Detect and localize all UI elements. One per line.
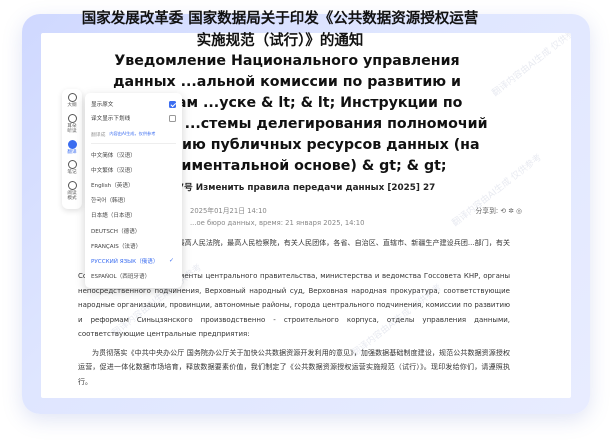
language-label: 中文繁体（汉语） [91, 167, 136, 174]
side-toolbar: 大纲 耳朵 听读 翻译 笔记 阅读 模式 [62, 89, 82, 209]
toolbar-listen[interactable]: 耳朵 听读 [63, 113, 81, 135]
divider [91, 143, 176, 144]
toolbar-label: 翻译 [67, 149, 77, 155]
language-label: FRANÇAIS（法语） [91, 243, 142, 250]
show-original-option[interactable]: 显示原文 [91, 97, 176, 111]
language-label: РУССКИЙ ЯЗЫК（俄语） [91, 258, 159, 265]
language-option[interactable]: English（英语） [91, 177, 176, 192]
underline-option[interactable]: 译文显示下划线 [91, 111, 176, 125]
language-option[interactable]: 日本語（日本语） [91, 208, 176, 223]
language-option[interactable]: 한국어（韩语） [91, 193, 176, 208]
publish-time: 2025年01月21日 14:10 [190, 207, 267, 215]
share-label: 分享到: [475, 207, 499, 215]
toolbar-notes[interactable]: 笔记 [63, 160, 81, 176]
check-icon: ✓ [168, 257, 174, 265]
language-option[interactable]: ESPAÑOL（西班牙语） [91, 269, 176, 284]
share-area: 分享到: ⟲ ✲ ◎ [475, 205, 522, 215]
show-original-label: 显示原文 [91, 102, 114, 108]
language-list: 中文简体（汉语） 中文繁体（汉语） English（英语） 한국어（韩语） 日本… [91, 147, 176, 284]
publish-source: ...ое бюро данных, время: 21 января 2025… [190, 219, 365, 227]
language-label: DEUTSCH（德语） [91, 228, 141, 235]
language-label: ESPAÑOL（西班牙语） [91, 274, 151, 281]
toolbar-label: 笔记 [67, 170, 77, 175]
show-original-checkbox[interactable] [169, 100, 176, 108]
language-option-selected[interactable]: РУССКИЙ ЯЗЫК（俄语） ✓ [91, 253, 176, 268]
outline-icon [67, 93, 77, 102]
language-label: 日本語（日本语） [91, 213, 136, 220]
translate-to-label: 翻译成 内容由AI生成，仅供参考 [91, 127, 176, 141]
toolbar-read-mode[interactable]: 阅读 模式 [63, 180, 81, 202]
language-option[interactable]: 中文简体（汉语） [91, 147, 176, 162]
toolbar-translate[interactable]: 翻译 [63, 139, 81, 156]
language-label: 한국어（韩语） [91, 198, 129, 205]
document-title-zh: 国家发展改革委 国家数据局关于印发《公共数据资源授权运营实施规范（试行）》的通知 [81, 11, 479, 49]
underline-checkbox[interactable] [169, 114, 176, 122]
toolbar-label: 耳朵 听读 [67, 123, 77, 135]
language-option[interactable]: FRANÇAIS（法语） [91, 238, 176, 253]
underline-label: 译文显示下划线 [91, 116, 131, 122]
toolbar-label: 阅读 模式 [67, 190, 77, 202]
read-mode-icon [67, 180, 77, 190]
paragraph-zh: 为贯彻落实《中共中央办公厅 国务院办公厅关于加快公共数据资源开发利用的意见》，加… [78, 348, 510, 386]
translate-label: 翻译成 [91, 132, 106, 138]
ai-note: 内容由AI生成，仅供参考 [109, 131, 156, 136]
share-icon[interactable]: ⟲ ✲ ◎ [500, 207, 522, 215]
headphone-icon [67, 113, 77, 123]
note-icon [67, 160, 77, 169]
translation-panel: 显示原文 译文显示下划线 翻译成 内容由AI生成，仅供参考 中文简体（汉语） 中… [85, 93, 182, 288]
translate-icon [67, 139, 77, 149]
language-label: English（英语） [91, 182, 134, 189]
language-option[interactable]: DEUTSCH（德语） [91, 223, 176, 238]
watermark: 翻译内容由AI生成 仅供参考 [490, 33, 571, 99]
toolbar-label: 大纲 [67, 103, 77, 108]
language-label: 中文简体（汉语） [91, 152, 136, 159]
toolbar-outline[interactable]: 大纲 [63, 93, 81, 109]
language-option[interactable]: 中文繁体（汉语） [91, 162, 176, 177]
